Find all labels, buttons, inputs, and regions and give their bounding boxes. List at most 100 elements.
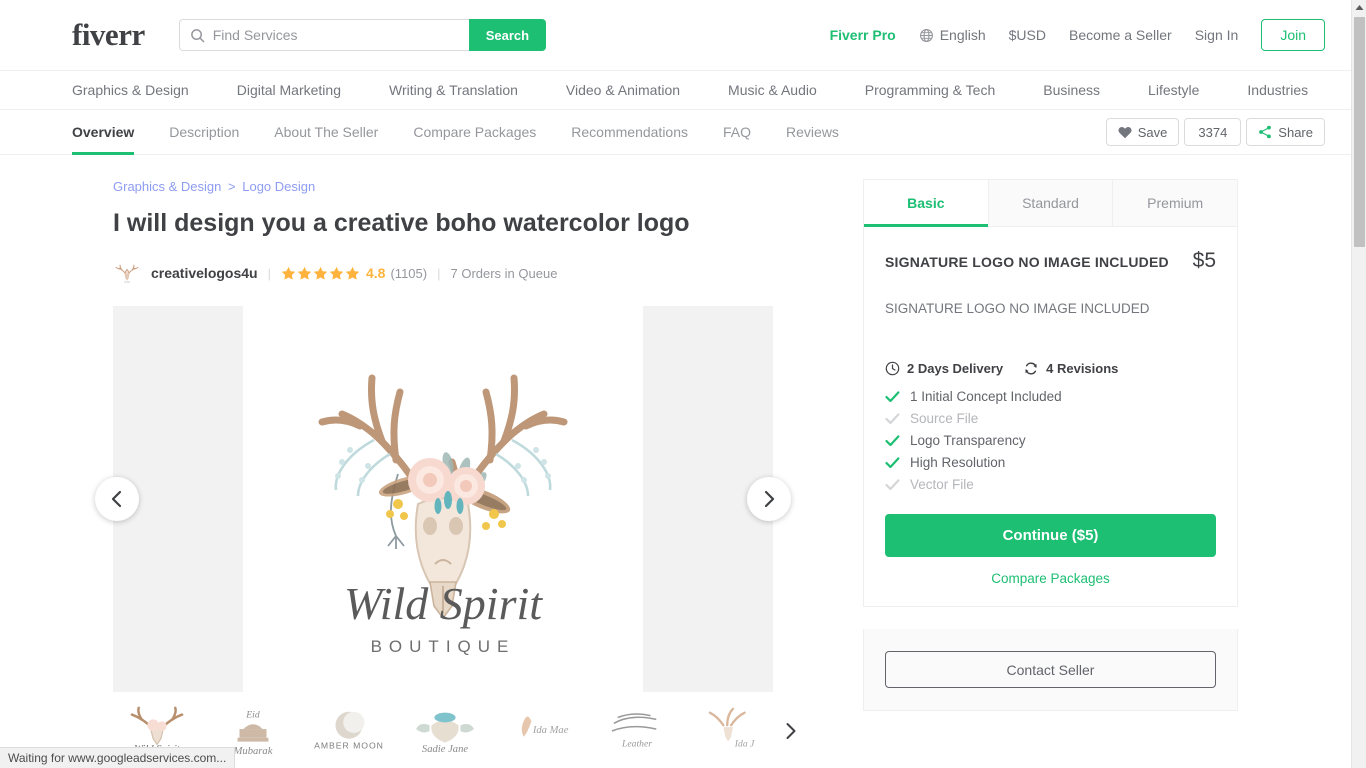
check-icon (885, 435, 900, 446)
package-meta: 2 Days Delivery 4 Revisions (885, 361, 1216, 376)
contact-seller-button[interactable]: Contact Seller (885, 651, 1216, 689)
tab-description[interactable]: Description (169, 110, 239, 155)
category-music-audio[interactable]: Music & Audio (728, 82, 817, 98)
check-icon (885, 391, 900, 402)
feature-item: Logo Transparency (885, 433, 1216, 448)
thumbnail-item[interactable]: Ida Mae (497, 702, 585, 760)
gig-left-column: Graphics & Design > Logo Design I will d… (95, 179, 796, 760)
status-text: Waiting for www.googleadservices.com... (8, 751, 227, 765)
compare-packages-link[interactable]: Compare Packages (885, 571, 1216, 586)
gig-tab-nav: Overview Description About The Seller Co… (0, 110, 1351, 155)
category-nav: Graphics & Design Digital Marketing Writ… (0, 71, 1351, 110)
tab-recommendations[interactable]: Recommendations (571, 110, 688, 155)
svg-text:Mubarak: Mubarak (233, 746, 273, 757)
main-content: Graphics & Design > Logo Design I will d… (0, 155, 1351, 760)
feature-item: Source File (885, 411, 1216, 426)
save-count[interactable]: 3374 (1184, 118, 1242, 146)
feature-item: High Resolution (885, 455, 1216, 470)
tab-about-the-seller[interactable]: About The Seller (274, 110, 378, 155)
thumb-amber-moon-icon: AMBER MOON (314, 711, 384, 751)
chevron-right-icon (764, 491, 775, 508)
package-features: 1 Initial Concept Included Source File L… (885, 389, 1216, 492)
svg-text:Wild: Wild (124, 280, 130, 284)
nav-become-a-seller[interactable]: Become a Seller (1069, 27, 1172, 43)
category-programming-tech[interactable]: Programming & Tech (865, 82, 995, 98)
join-button[interactable]: Join (1261, 19, 1325, 51)
save-label: Save (1137, 124, 1168, 140)
category-digital-marketing[interactable]: Digital Marketing (237, 82, 341, 98)
heart-icon (1118, 126, 1132, 138)
svg-text:AMBER MOON: AMBER MOON (314, 741, 384, 751)
category-writing-translation[interactable]: Writing & Translation (389, 82, 518, 98)
share-button[interactable]: Share (1246, 118, 1325, 146)
breadcrumb-parent[interactable]: Graphics & Design (113, 179, 221, 194)
save-button[interactable]: Save (1105, 118, 1180, 146)
svg-text:Ida J: Ida J (734, 739, 755, 750)
category-graphics-design[interactable]: Graphics & Design (72, 82, 189, 98)
logo-script-text: Wild Spirit (344, 578, 543, 629)
feature-label: Vector File (910, 477, 974, 493)
seller-divider-1: | (267, 265, 271, 281)
feature-item: 1 Initial Concept Included (885, 389, 1216, 404)
thumbnails-next-button[interactable] (784, 722, 797, 740)
logo-sub-text: BOUTIQUE (371, 637, 516, 656)
breadcrumb-separator: > (228, 179, 236, 194)
site-header: fiverr Search Fiverr Pro (0, 0, 1351, 71)
search-input[interactable] (212, 27, 459, 43)
rating-value: 4.8 (366, 265, 386, 282)
category-business[interactable]: Business (1043, 82, 1100, 98)
package-tab-basic[interactable]: Basic (864, 180, 989, 227)
tab-overview[interactable]: Overview (72, 110, 135, 155)
seller-name[interactable]: creativelogos4u (151, 265, 258, 281)
refresh-icon (1025, 362, 1037, 375)
thumb-ida-mae-icon: Ida Mae (521, 716, 569, 738)
tab-reviews[interactable]: Reviews (786, 110, 839, 155)
scrollbar-thumb[interactable] (1354, 17, 1365, 247)
gallery-next-button[interactable] (747, 477, 791, 522)
check-icon (885, 479, 900, 490)
scrollbar-up-button[interactable] (1352, 0, 1366, 15)
svg-text:Leather: Leather (621, 739, 652, 750)
package-tab-standard[interactable]: Standard (988, 180, 1114, 226)
tab-faq[interactable]: FAQ (723, 110, 751, 155)
nav-sign-in[interactable]: Sign In (1195, 27, 1239, 43)
search-button[interactable]: Search (468, 19, 547, 51)
avatar[interactable]: Wild (113, 259, 141, 288)
category-lifestyle[interactable]: Lifestyle (1148, 82, 1199, 98)
seller-info: Wild creativelogos4u | 4.8 (1105) | 7 Or… (113, 259, 773, 288)
browser-status-bar: Waiting for www.googleadservices.com... (0, 747, 236, 768)
thumb-ida-j-icon: Ida J (708, 707, 755, 750)
search-box[interactable] (178, 19, 469, 51)
gig-gallery: Wild Spirit BOUTIQUE (95, 306, 791, 693)
nav-language[interactable]: English (919, 27, 986, 43)
svg-text:Eid: Eid (245, 710, 260, 721)
thumbnail-item[interactable]: AMBER MOON (305, 702, 393, 760)
package-tabs: Basic Standard Premium (864, 180, 1238, 227)
feature-label: High Resolution (910, 455, 1006, 471)
star-icon (281, 266, 296, 280)
package-tab-premium[interactable]: Premium (1113, 180, 1238, 226)
share-icon (1259, 125, 1272, 139)
package-body: SIGNATURE LOGO NO IMAGE INCLUDED $5 SIGN… (864, 227, 1237, 606)
header-nav: Fiverr Pro English $USD Become a Seller … (830, 19, 1325, 51)
tab-compare-packages[interactable]: Compare Packages (413, 110, 536, 155)
rating-stars (281, 266, 360, 281)
nav-currency[interactable]: $USD (1009, 27, 1046, 43)
package-header: SIGNATURE LOGO NO IMAGE INCLUDED $5 (885, 249, 1216, 273)
thumbnail-item[interactable]: Leather (593, 702, 681, 760)
nav-fiverr-pro[interactable]: Fiverr Pro (830, 27, 896, 43)
category-industries[interactable]: Industries (1247, 82, 1308, 98)
gallery-main-image[interactable]: Wild Spirit BOUTIQUE (243, 306, 643, 693)
search-bar: Search (178, 19, 547, 51)
thumbnail-item[interactable]: Sadie Jane (401, 702, 489, 760)
star-icon (313, 266, 328, 280)
breadcrumb-child[interactable]: Logo Design (242, 179, 315, 194)
continue-button[interactable]: Continue ($5) (885, 514, 1216, 558)
fiverr-logo[interactable]: fiverr (72, 17, 145, 53)
category-video-animation[interactable]: Video & Animation (566, 82, 680, 98)
gallery-prev-button[interactable] (95, 477, 139, 522)
thumbnail-item[interactable]: Ida J (689, 702, 777, 760)
caret-up-icon (1355, 5, 1363, 10)
check-icon (885, 413, 900, 424)
page-scrollbar[interactable] (1351, 0, 1366, 768)
